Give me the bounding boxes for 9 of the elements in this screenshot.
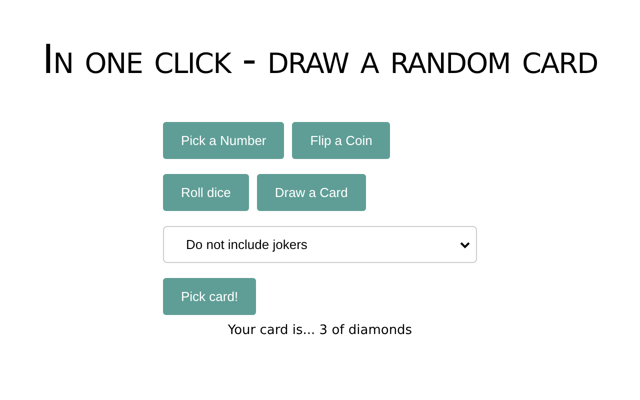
mode-button[interactable]: Pick a Number — [163, 122, 284, 159]
mode-button[interactable]: Roll dice — [163, 174, 249, 211]
chevron-down-icon — [460, 240, 470, 248]
mode-button[interactable]: Draw a Card — [256, 174, 366, 211]
mode-button[interactable]: Flip a Coin — [292, 122, 390, 159]
pick-card-button[interactable]: Pick card! — [163, 278, 256, 315]
joker-select[interactable]: Do not include jokers — [163, 226, 477, 263]
result-text: Your card is... 3 of diamonds — [228, 322, 412, 340]
page-title: In one click - draw a random card — [42, 36, 598, 85]
